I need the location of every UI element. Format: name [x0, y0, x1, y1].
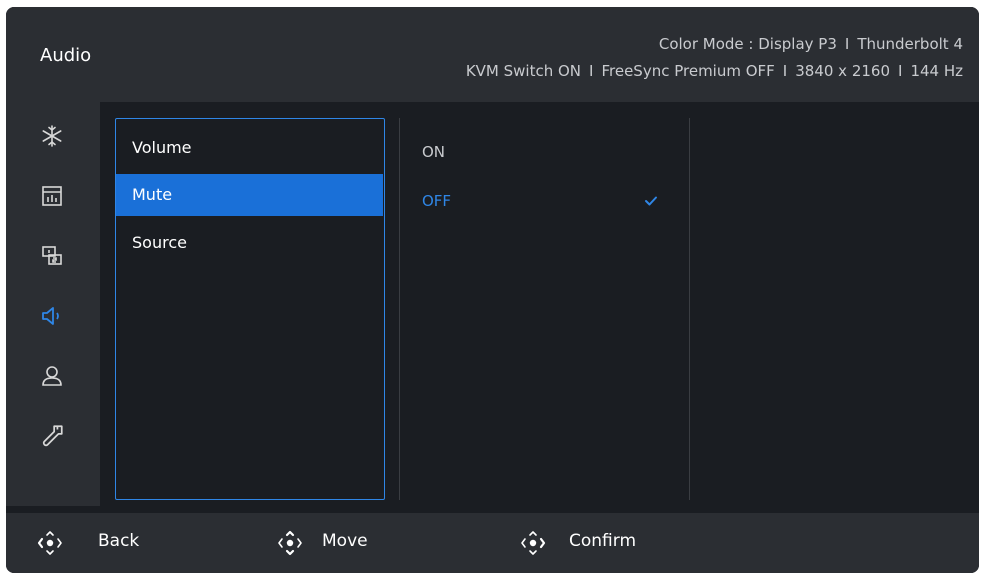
- refresh-rate-status: 144 Hz: [910, 62, 963, 80]
- joystick-confirm-icon: [517, 527, 549, 559]
- osd-menu: Audio Color Mode : Display P3 I Thunderbol…: [6, 7, 979, 573]
- submenu-list: Volume Mute Source: [115, 118, 385, 500]
- divider: [689, 118, 690, 500]
- color-mode-status: Color Mode : Display P3: [658, 35, 837, 53]
- divider: [399, 118, 400, 500]
- page-title: Audio: [40, 45, 92, 66]
- joystick-move-icon: [274, 527, 306, 559]
- separator: I: [589, 62, 594, 80]
- submenu-item-source[interactable]: Source: [116, 222, 383, 264]
- freesync-status: FreeSync Premium OFF: [601, 62, 775, 80]
- separator: I: [782, 62, 788, 80]
- back-label: Back: [98, 531, 140, 551]
- footer-bar: Back Move Confirm: [6, 513, 979, 573]
- user-icon[interactable]: [38, 362, 66, 390]
- multi-display-icon[interactable]: [38, 242, 66, 270]
- wrench-icon[interactable]: [38, 422, 66, 450]
- submenu-item-mute[interactable]: Mute: [116, 174, 383, 216]
- menu-body: Volume Mute Source ON OFF: [6, 102, 979, 506]
- option-on[interactable]: ON: [422, 131, 445, 173]
- status-line-1: Color Mode : Display P3 I Thunderbolt 4: [466, 31, 963, 58]
- snowflake-icon[interactable]: [38, 122, 66, 150]
- sidebar: [6, 102, 100, 506]
- checkmark-icon: [642, 180, 660, 222]
- option-off[interactable]: OFF: [422, 180, 451, 222]
- header-bar: Audio Color Mode : Display P3 I Thunderbol…: [6, 7, 979, 102]
- joystick-back-icon: [34, 527, 66, 559]
- connection-status: Thunderbolt 4: [857, 35, 963, 53]
- kvm-status: KVM Switch ON: [465, 62, 582, 80]
- submenu-item-volume[interactable]: Volume: [116, 127, 383, 169]
- status-info: Color Mode : Display P3 I Thunderbolt 4 KV…: [466, 31, 963, 85]
- resolution-status: 3840 x 2160: [795, 62, 890, 80]
- separator: I: [844, 35, 850, 53]
- move-label: Move: [322, 531, 368, 551]
- status-line-2: KVM Switch ON I FreeSync Premium OFF I 3840 …: [466, 58, 963, 85]
- speaker-icon[interactable]: [38, 302, 66, 330]
- picture-adjust-icon[interactable]: [38, 182, 66, 210]
- confirm-label: Confirm: [569, 531, 637, 551]
- separator: I: [898, 62, 903, 80]
